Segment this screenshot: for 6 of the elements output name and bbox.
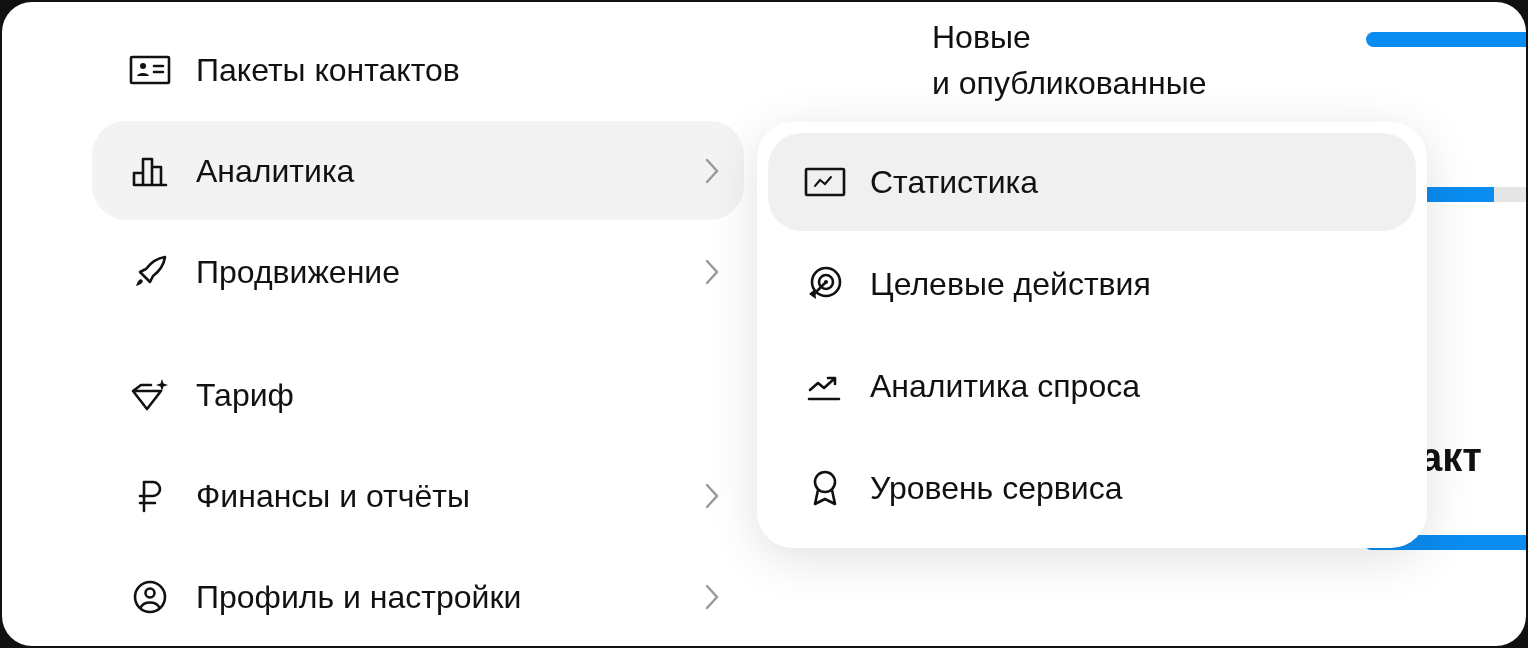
sidebar-item[interactable]: Аналитика: [92, 121, 744, 220]
card-title: Новые: [932, 18, 1032, 57]
submenu-item[interactable]: Статистика: [768, 133, 1416, 231]
card-title: и опубликованные: [932, 64, 1207, 103]
contact-card-icon: [129, 54, 171, 85]
chart-screen-icon: [804, 166, 846, 198]
